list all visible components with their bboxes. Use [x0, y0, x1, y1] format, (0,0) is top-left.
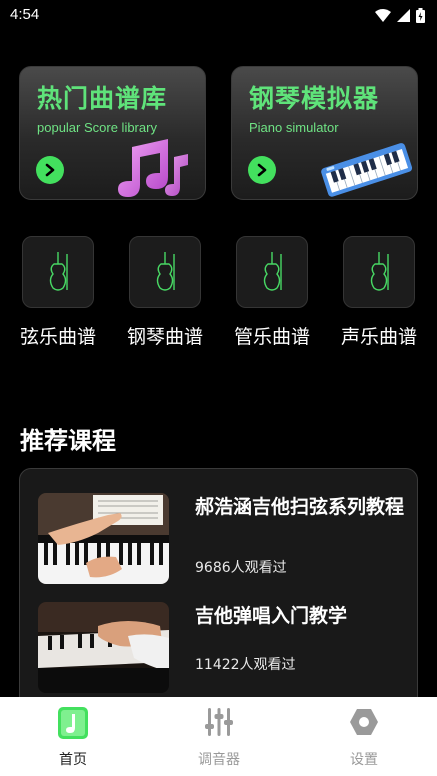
keyboard-icon [321, 143, 413, 197]
violin-icon [156, 252, 175, 291]
piano-simulator-title: 钢琴模拟器 [249, 84, 380, 113]
tab-settings-label: 设置 [350, 752, 378, 768]
category-winds[interactable]: 管乐曲谱 [229, 236, 315, 349]
wifi-icon [375, 8, 391, 22]
tab-tuner[interactable]: 调音器 [146, 697, 292, 776]
score-library-subtitle: popular Score library [37, 120, 157, 135]
course-list: 郝浩涵吉他扫弦系列教程 9686人观看过 吉他弹唱入门教学 11422人观看过 [19, 468, 418, 718]
category-strings[interactable]: 弦乐曲谱 [15, 236, 101, 349]
category-piano-tile [129, 236, 201, 308]
category-winds-tile [236, 236, 308, 308]
category-piano-label: 钢琴曲谱 [126, 326, 203, 348]
status-bar: 4:54 [0, 0, 437, 32]
tuner-icon [205, 708, 233, 736]
course-title: 吉他弹唱入门教学 [195, 605, 348, 627]
category-vocal[interactable]: 声乐曲谱 [336, 236, 422, 349]
violin-icon [49, 252, 68, 291]
violin-icon [263, 252, 282, 291]
category-row: 弦乐曲谱 钢琴曲谱 管乐曲谱 声乐曲谱 [0, 236, 437, 356]
status-time: 4:54 [10, 6, 40, 23]
battery-icon [416, 8, 425, 23]
course-thumbnail [38, 602, 169, 693]
course-item[interactable]: 吉他弹唱入门教学 11422人观看过 [38, 602, 408, 694]
category-winds-label: 管乐曲谱 [233, 326, 310, 348]
tab-home-label: 首页 [59, 752, 87, 768]
piano-simulator-subtitle: Piano simulator [249, 120, 339, 135]
chevron-right-icon [257, 163, 267, 177]
piano-simulator-go-button[interactable] [248, 156, 276, 184]
bottom-tab-bar: 首页 调音器 设置 [0, 697, 437, 776]
recommended-courses-title: 推荐课程 [20, 427, 116, 455]
course-title: 郝浩涵吉他扫弦系列教程 [195, 496, 405, 518]
tab-tuner-label: 调音器 [198, 752, 240, 768]
category-vocal-tile [343, 236, 415, 308]
tab-settings[interactable]: 设置 [291, 697, 437, 776]
course-views: 9686人观看过 [195, 560, 287, 576]
category-vocal-label: 声乐曲谱 [340, 326, 417, 348]
violin-icon [370, 252, 389, 291]
settings-icon [350, 709, 378, 735]
category-strings-label: 弦乐曲谱 [19, 326, 96, 348]
music-notes-icon [118, 139, 188, 197]
course-views: 11422人观看过 [195, 657, 296, 673]
status-icons [375, 8, 425, 23]
score-library-title: 热门曲谱库 [37, 84, 168, 113]
category-strings-tile [22, 236, 94, 308]
tab-home[interactable]: 首页 [0, 697, 146, 776]
score-library-go-button[interactable] [36, 156, 64, 184]
category-piano[interactable]: 钢琴曲谱 [122, 236, 208, 349]
score-library-card[interactable]: 热门曲谱库 popular Score library [19, 66, 206, 200]
signal-icon [397, 9, 410, 22]
home-icon [58, 707, 88, 739]
piano-simulator-card[interactable]: 钢琴模拟器 Piano simulator [231, 66, 418, 200]
course-thumbnail [38, 493, 169, 584]
course-item[interactable]: 郝浩涵吉他扫弦系列教程 9686人观看过 [38, 493, 408, 585]
chevron-right-icon [45, 163, 55, 177]
